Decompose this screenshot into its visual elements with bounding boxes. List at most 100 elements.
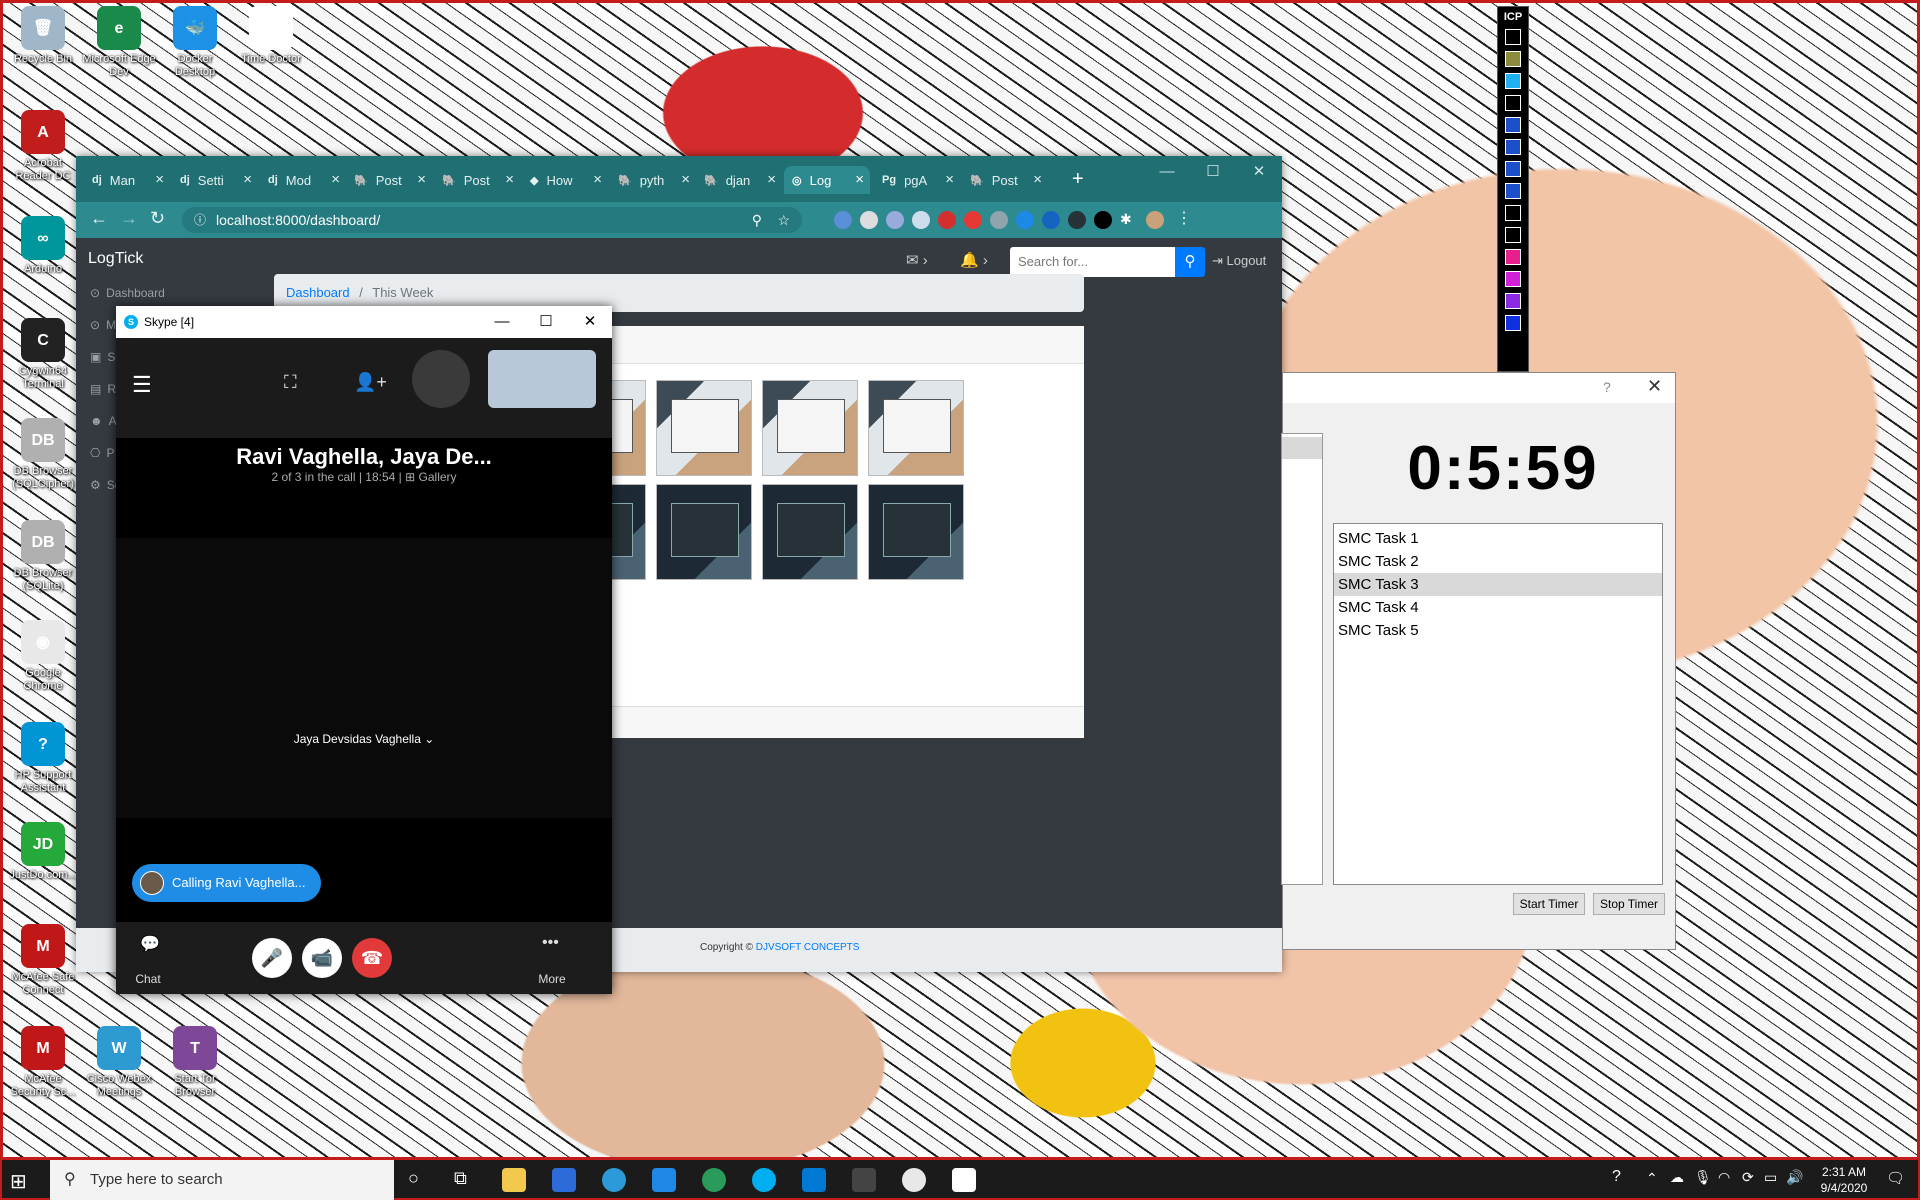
caller-avatar[interactable] <box>412 350 470 408</box>
extension-icon-4[interactable] <box>912 211 930 229</box>
browser-tab[interactable]: 🐘 Post × <box>346 166 432 194</box>
skype-close-icon[interactable]: ✕ <box>568 306 612 338</box>
file-explorer-icon[interactable] <box>502 1168 526 1192</box>
zoom-icon[interactable]: ⚲ <box>752 207 762 233</box>
swatch-cyan[interactable] <box>1505 73 1521 89</box>
swatch-black-4[interactable] <box>1505 227 1521 243</box>
tab-close-icon[interactable]: × <box>681 171 690 188</box>
battery-icon[interactable]: ▭ <box>1764 1169 1777 1186</box>
vscode-icon[interactable] <box>802 1168 826 1192</box>
microphone-button[interactable]: 🎤 <box>252 938 292 978</box>
tab-close-icon[interactable]: × <box>417 171 426 188</box>
desktop-icon[interactable]: M McAfee Security Sc... <box>6 1026 80 1099</box>
add-participant-icon[interactable]: 👤+ <box>354 372 387 393</box>
swatch-olive[interactable] <box>1505 51 1521 67</box>
messages-icon[interactable]: ✉ › <box>906 251 928 269</box>
notepad-icon[interactable] <box>952 1168 976 1192</box>
desktop-icon[interactable]: DB DB Browser (SQLCipher) <box>6 418 80 491</box>
extension-icon-9[interactable] <box>1042 211 1060 229</box>
sync-icon[interactable]: ⟳ <box>1742 1169 1754 1186</box>
desktop-icon[interactable]: ✔ Time Doctor <box>234 6 308 66</box>
desktop-icon[interactable]: DB DB Browser (SQLite) <box>6 520 80 593</box>
tab-close-icon[interactable]: × <box>593 171 602 188</box>
extension-icon-8[interactable] <box>1016 211 1034 229</box>
microphone-tray-icon[interactable]: 🎙 <box>1694 1169 1712 1186</box>
tab-close-icon[interactable]: × <box>945 171 954 188</box>
task-list-item[interactable]: SMC Task 4 <box>1334 596 1662 619</box>
swatch-blue[interactable] <box>1505 117 1521 133</box>
tab-close-icon[interactable]: × <box>243 171 252 188</box>
desktop-icon[interactable]: 🗑 Recycle Bin <box>6 6 80 66</box>
edge-dev-icon[interactable] <box>702 1168 726 1192</box>
swatch-magenta[interactable] <box>1505 271 1521 287</box>
desktop-icon[interactable]: ∞ Arduino <box>6 216 80 276</box>
desktop-icon[interactable]: 🐳 Docker Desktop <box>158 6 232 79</box>
tab-close-icon[interactable]: × <box>505 171 514 188</box>
chat-label[interactable]: Chat <box>130 972 166 986</box>
skype-minimize-icon[interactable]: — <box>480 306 524 338</box>
browser-tab[interactable]: 🐘 Post × <box>434 166 520 194</box>
swatch-blue-3[interactable] <box>1505 161 1521 177</box>
profile-avatar[interactable] <box>1146 211 1164 229</box>
desktop-icon[interactable]: A Acrobat Reader DC <box>6 110 80 183</box>
search-input[interactable]: Search for... <box>1010 247 1175 277</box>
swatch-black-3[interactable] <box>1505 205 1521 221</box>
swatch-black[interactable] <box>1505 29 1521 45</box>
cortana-icon[interactable]: ○ <box>408 1168 419 1189</box>
browser-tab[interactable]: dj Mod × <box>260 166 346 194</box>
sidebar-item[interactable]: ⊙ Dashboard <box>90 286 165 300</box>
extension-icon-6[interactable] <box>964 211 982 229</box>
close-icon[interactable]: ✕ <box>1236 156 1282 186</box>
wifi-icon[interactable]: ◠ <box>1718 1169 1730 1186</box>
calling-pill[interactable]: Calling Ravi Vaghella... <box>132 864 322 902</box>
desktop-icon[interactable]: JD JustDo.com... <box>6 822 80 882</box>
logout-link[interactable]: ⇥ Logout <box>1212 253 1266 269</box>
skype-maximize-icon[interactable]: ☐ <box>524 306 568 338</box>
screenshot-thumb[interactable] <box>762 484 858 580</box>
system-clock[interactable]: 2:31 AM 9/4/2020 <box>1808 1164 1880 1196</box>
stop-timer-button[interactable]: Stop Timer <box>1593 893 1665 915</box>
browser-tab[interactable]: 🐘 Post × <box>962 166 1048 194</box>
terminal-icon[interactable] <box>852 1168 876 1192</box>
start-timer-button[interactable]: Start Timer <box>1513 893 1585 915</box>
video-button[interactable]: 📹 <box>302 938 342 978</box>
task-list-item[interactable]: SMC Task 1 <box>1334 527 1662 550</box>
hang-up-button[interactable]: ☎ <box>352 938 392 978</box>
copyright-link[interactable]: DJVSOFT CONCEPTS <box>756 942 860 953</box>
extension-icon-10[interactable] <box>1068 211 1086 229</box>
extension-icon-7[interactable] <box>990 211 1008 229</box>
tab-close-icon[interactable]: × <box>155 171 164 188</box>
screenshot-thumb[interactable] <box>762 380 858 476</box>
desktop-icon[interactable]: T Start Tor Browser <box>158 1026 232 1099</box>
screenshot-thumb[interactable] <box>656 380 752 476</box>
desktop-icon[interactable]: C Cygwin64 Terminal <box>6 318 80 391</box>
screenshot-thumb[interactable] <box>868 380 964 476</box>
help-tray-icon[interactable]: ? <box>1612 1168 1621 1186</box>
browser-tab[interactable]: Pg pgA × <box>874 166 960 194</box>
bookmark-star-icon[interactable]: ☆ <box>777 207 790 233</box>
search-button[interactable]: ⚲ <box>1175 247 1205 277</box>
reload-icon[interactable]: ↻ <box>150 208 165 229</box>
swatch-pink[interactable] <box>1505 249 1521 265</box>
taskbar-search[interactable]: ⚲ Type here to search <box>50 1160 394 1200</box>
desktop-icon[interactable]: e Microsoft Edge Dev <box>82 6 156 79</box>
help-icon[interactable]: ? <box>1603 379 1611 395</box>
menu-dots-icon[interactable]: ⋮ <box>1176 208 1192 228</box>
tab-close-icon[interactable]: × <box>767 171 776 188</box>
adblock-icon[interactable] <box>938 211 956 229</box>
task-view-icon[interactable]: ⧉ <box>454 1168 467 1189</box>
desktop-icon[interactable]: ◉ Google Chrome <box>6 620 80 693</box>
screenshot-thumb[interactable] <box>656 484 752 580</box>
app-brand[interactable]: LogTick <box>88 250 143 268</box>
info-icon[interactable]: ⓘ <box>194 207 206 233</box>
onedrive-icon[interactable]: ☁ <box>1670 1169 1684 1186</box>
gallery-label[interactable]: Gallery <box>419 470 457 484</box>
forward-icon[interactable]: → <box>120 208 138 229</box>
show-hidden-icons[interactable]: ⌃ <box>1646 1170 1658 1187</box>
swatch-royal-blue[interactable] <box>1505 315 1521 331</box>
task-list-item[interactable]: SMC Task 3 <box>1334 573 1662 596</box>
mail-icon[interactable] <box>652 1168 676 1192</box>
swatch-purple[interactable] <box>1505 293 1521 309</box>
participant-selector[interactable]: Jaya Devsidas Vaghella ⌄ <box>116 732 612 746</box>
swatch-blue-2[interactable] <box>1505 139 1521 155</box>
